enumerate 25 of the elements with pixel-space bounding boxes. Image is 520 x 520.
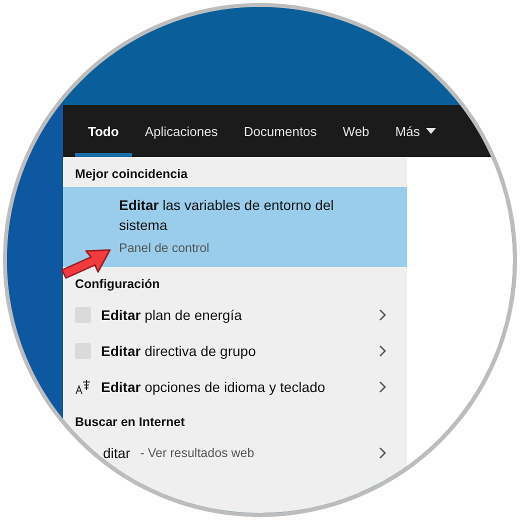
settings-result[interactable]: Editar opciones de idioma y teclado [63, 369, 407, 405]
settings-result[interactable]: Editar directiva de grupo [63, 333, 407, 369]
result-subtitle: Panel de control [119, 241, 210, 255]
result-title: Editar directiva de grupo [101, 343, 257, 359]
search-query: ditar [103, 445, 130, 461]
language-icon [75, 379, 91, 395]
settings-result[interactable]: Editar plan de energía [63, 297, 407, 333]
best-match-item[interactable]: Editar las variables de entorno del sistema Panel de control [63, 187, 407, 267]
result-title: Editar plan de energía [101, 307, 243, 323]
search-tab[interactable]: Más [382, 105, 449, 157]
search-tab[interactable]: Aplicaciones [132, 105, 231, 157]
section-heading: Mejor coincidencia [74, 166, 189, 183]
chevron-right-icon [379, 345, 387, 357]
section-heading: Configuración [74, 276, 161, 293]
chevron-right-icon [379, 381, 387, 393]
section-heading: Buscar en Internet [74, 414, 186, 431]
search-tab[interactable]: Documentos [230, 105, 330, 157]
search-tab[interactable]: Web [330, 105, 382, 157]
chevron-right-icon [379, 447, 387, 459]
web-result[interactable]: ditar - Ver resultados web [63, 435, 407, 471]
result-title: Editar las variables de entorno del sistema [119, 196, 335, 235]
result-hint: - Ver resultados web [140, 446, 256, 460]
result-title: Editar opciones de idioma y teclado [101, 379, 326, 395]
chevron-right-icon [379, 309, 387, 321]
pointer-arrow-icon [60, 248, 112, 280]
